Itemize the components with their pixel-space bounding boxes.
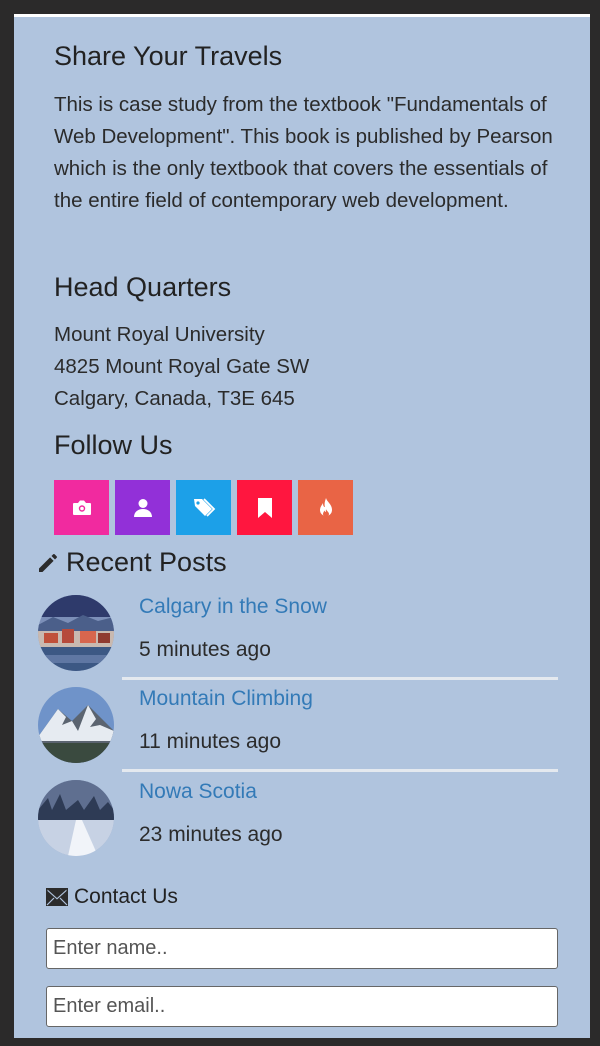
post-time: 11 minutes ago: [139, 730, 282, 753]
address-line: 4825 Mount Royal Gate SW: [54, 355, 310, 378]
address-line: Calgary, Canada, T3E 645: [54, 387, 295, 410]
address-line: Mount Royal University: [54, 323, 265, 346]
social-user-button[interactable]: [115, 480, 170, 535]
tags-icon: [193, 497, 215, 517]
post-thumbnail[interactable]: [38, 780, 114, 856]
post-image: [38, 595, 114, 671]
headquarters-title: Head Quarters: [54, 272, 232, 302]
post-time: 23 minutes ago: [139, 823, 283, 846]
post-thumbnail[interactable]: [38, 687, 114, 763]
follow-title: Follow Us: [54, 430, 173, 460]
post-image: [38, 780, 114, 856]
social-buttons: [54, 480, 353, 535]
sidebar-panel: Share Your Travels This is case study fr…: [14, 14, 590, 1038]
user-icon: [133, 498, 152, 517]
pencil-icon: [39, 553, 57, 572]
post-title-link[interactable]: Calgary in the Snow: [139, 595, 327, 619]
social-camera-button[interactable]: [54, 480, 109, 535]
contact-label: Contact Us: [74, 885, 178, 908]
bookmark-icon: [257, 497, 272, 518]
post-title-link[interactable]: Nowa Scotia: [139, 780, 257, 804]
share-title: Share Your Travels: [54, 41, 283, 71]
post-thumbnail[interactable]: [38, 595, 114, 671]
recent-posts-label: Recent Posts: [66, 547, 227, 577]
fire-icon: [319, 497, 332, 517]
post-divider: [122, 769, 558, 772]
post-time: 5 minutes ago: [139, 638, 271, 661]
contact-title: Contact Us: [46, 885, 178, 909]
email-field[interactable]: [46, 986, 558, 1027]
post-image: [38, 687, 114, 763]
social-tags-button[interactable]: [176, 480, 231, 535]
name-field[interactable]: [46, 928, 558, 969]
headquarters-address: Mount Royal University 4825 Mount Royal …: [54, 319, 309, 415]
social-bookmark-button[interactable]: [237, 480, 292, 535]
envelope-icon: [46, 888, 68, 906]
share-description: This is case study from the textbook "Fu…: [54, 93, 553, 212]
social-fire-button[interactable]: [298, 480, 353, 535]
camera-icon: [72, 500, 91, 515]
post-divider: [122, 677, 558, 680]
recent-posts-title: Recent Posts: [36, 547, 227, 578]
post-title-link[interactable]: Mountain Climbing: [139, 687, 313, 711]
